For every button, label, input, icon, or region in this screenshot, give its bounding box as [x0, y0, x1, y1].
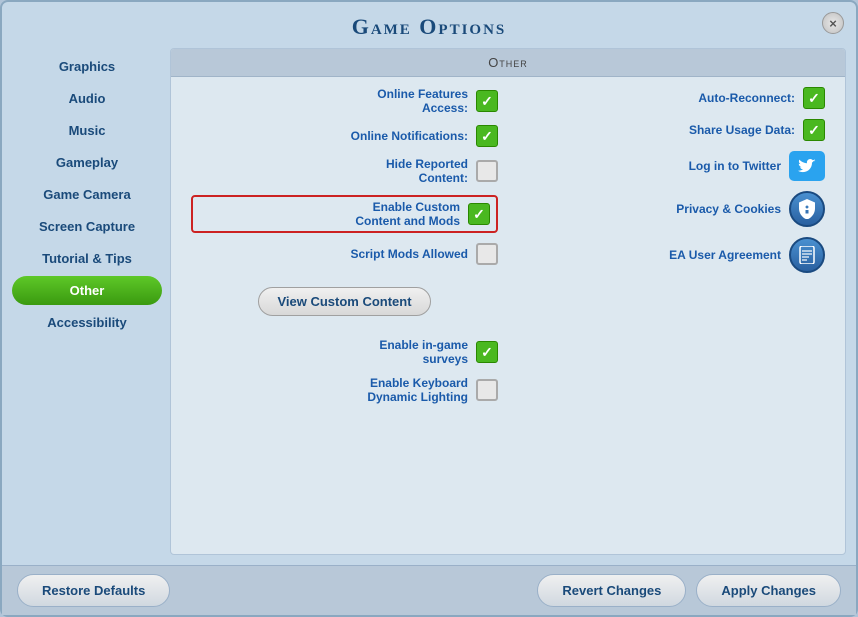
setting-ea-agreement: EA User Agreement: [518, 237, 825, 273]
window-title: Game Options: [2, 14, 856, 40]
left-settings: Online FeaturesAccess: ✓ Online Notifica…: [191, 87, 498, 404]
hide-reported-label: Hide ReportedContent:: [386, 157, 468, 185]
sidebar-item-audio[interactable]: Audio: [12, 84, 162, 113]
setting-online-features: Online FeaturesAccess: ✓: [191, 87, 498, 115]
privacy-cookies-button[interactable]: [789, 191, 825, 227]
share-usage-label: Share Usage Data:: [689, 123, 795, 137]
settings-layout: Online FeaturesAccess: ✓ Online Notifica…: [191, 87, 825, 404]
sidebar: Graphics Audio Music Gameplay Game Camer…: [12, 48, 162, 555]
title-bar: Game Options ×: [2, 2, 856, 48]
panel-body: Online FeaturesAccess: ✓ Online Notifica…: [171, 77, 845, 554]
script-mods-label: Script Mods Allowed: [350, 247, 468, 261]
setting-login-twitter: Log in to Twitter: [518, 151, 825, 181]
twitter-button[interactable]: [789, 151, 825, 181]
hide-reported-checkbox[interactable]: [476, 160, 498, 182]
settings-panel: Other Online FeaturesAccess: ✓ Online No…: [170, 48, 846, 555]
auto-reconnect-label: Auto-Reconnect:: [698, 91, 795, 105]
game-options-window: Game Options × Graphics Audio Music Game…: [0, 0, 858, 617]
setting-enable-custom: Enable CustomContent and Mods ✓: [191, 195, 498, 233]
apply-changes-button[interactable]: Apply Changes: [696, 574, 841, 607]
sidebar-item-screen-capture[interactable]: Screen Capture: [12, 212, 162, 241]
enable-surveys-checkbox[interactable]: ✓: [476, 341, 498, 363]
online-features-label: Online FeaturesAccess:: [377, 87, 468, 115]
setting-share-usage: Share Usage Data: ✓: [518, 119, 825, 141]
keyboard-lighting-label: Enable KeyboardDynamic Lighting: [367, 376, 468, 404]
setting-hide-reported: Hide ReportedContent:: [191, 157, 498, 185]
view-custom-button[interactable]: View Custom Content: [258, 287, 430, 316]
sidebar-item-graphics[interactable]: Graphics: [12, 52, 162, 81]
online-features-checkbox[interactable]: ✓: [476, 90, 498, 112]
setting-auto-reconnect: Auto-Reconnect: ✓: [518, 87, 825, 109]
revert-changes-button[interactable]: Revert Changes: [537, 574, 686, 607]
panel-header: Other: [171, 49, 845, 77]
enable-custom-label: Enable CustomContent and Mods: [355, 200, 460, 228]
ea-agreement-button[interactable]: [789, 237, 825, 273]
script-mods-checkbox[interactable]: [476, 243, 498, 265]
auto-reconnect-checkbox[interactable]: ✓: [803, 87, 825, 109]
enable-surveys-label: Enable in-gamesurveys: [379, 338, 468, 366]
setting-script-mods: Script Mods Allowed: [191, 243, 498, 265]
privacy-cookies-label: Privacy & Cookies: [676, 202, 781, 216]
online-notifications-label: Online Notifications:: [351, 129, 468, 143]
setting-privacy-cookies: Privacy & Cookies: [518, 191, 825, 227]
view-custom-wrapper: View Custom Content: [191, 279, 498, 324]
ea-agreement-label: EA User Agreement: [669, 248, 781, 262]
keyboard-lighting-checkbox[interactable]: [476, 379, 498, 401]
sidebar-item-music[interactable]: Music: [12, 116, 162, 145]
bottom-right-buttons: Revert Changes Apply Changes: [537, 574, 841, 607]
share-usage-checkbox[interactable]: ✓: [803, 119, 825, 141]
online-notifications-checkbox[interactable]: ✓: [476, 125, 498, 147]
close-button[interactable]: ×: [822, 12, 844, 34]
enable-custom-checkbox[interactable]: ✓: [468, 203, 490, 225]
restore-defaults-button[interactable]: Restore Defaults: [17, 574, 170, 607]
bottom-bar: Restore Defaults Revert Changes Apply Ch…: [2, 565, 856, 615]
setting-keyboard-lighting: Enable KeyboardDynamic Lighting: [191, 376, 498, 404]
setting-online-notifications: Online Notifications: ✓: [191, 125, 498, 147]
sidebar-item-gameplay[interactable]: Gameplay: [12, 148, 162, 177]
main-content: Graphics Audio Music Gameplay Game Camer…: [2, 48, 856, 565]
sidebar-item-other[interactable]: Other: [12, 276, 162, 305]
sidebar-item-tutorial-tips[interactable]: Tutorial & Tips: [12, 244, 162, 273]
sidebar-item-game-camera[interactable]: Game Camera: [12, 180, 162, 209]
setting-enable-surveys: Enable in-gamesurveys ✓: [191, 338, 498, 366]
sidebar-item-accessibility[interactable]: Accessibility: [12, 308, 162, 337]
login-twitter-label: Log in to Twitter: [689, 159, 781, 173]
right-settings: Auto-Reconnect: ✓ Share Usage Data: ✓ Lo…: [518, 87, 825, 404]
